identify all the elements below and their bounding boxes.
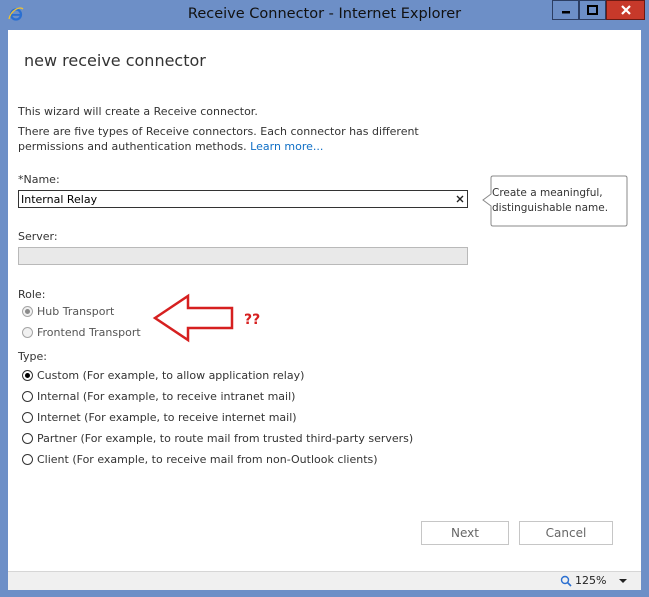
zoom-icon — [560, 575, 572, 587]
role-option-label: Frontend Transport — [37, 326, 141, 339]
maximize-icon — [587, 5, 598, 15]
clear-name-button[interactable] — [451, 190, 469, 208]
name-tooltip-text: Create a meaningful, distinguishable nam… — [492, 187, 609, 214]
wizard-intro: This wizard will create a Receive connec… — [18, 105, 258, 118]
chevron-down-icon[interactable] — [618, 577, 628, 585]
close-button[interactable] — [606, 0, 645, 20]
type-partner-option[interactable]: Partner (For example, to route mail from… — [22, 432, 413, 445]
type-custom-radio[interactable] — [22, 370, 33, 381]
close-icon — [620, 5, 631, 15]
server-field — [18, 247, 468, 265]
type-option-label: Custom (For example, to allow applicatio… — [37, 369, 305, 382]
role-hub-transport-option[interactable]: Hub Transport — [22, 305, 114, 318]
maximize-button[interactable] — [579, 0, 606, 20]
role-frontend-transport-radio[interactable] — [22, 327, 33, 338]
role-hub-transport-radio[interactable] — [22, 306, 33, 317]
type-option-label: Internet (For example, to receive intern… — [37, 411, 297, 424]
minimize-icon — [561, 11, 570, 14]
name-label: *Name: — [18, 173, 60, 186]
description-text: There are five types of Receive connecto… — [18, 125, 419, 153]
role-option-label: Hub Transport — [37, 305, 115, 318]
type-internet-option[interactable]: Internet (For example, to receive intern… — [22, 411, 297, 424]
role-frontend-transport-option[interactable]: Frontend Transport — [22, 326, 141, 339]
type-option-label: Partner (For example, to route mail from… — [37, 432, 414, 445]
title-bar[interactable]: Receive Connector - Internet Explorer — [0, 0, 649, 30]
question-marks-annotation: ?? — [244, 312, 261, 328]
clear-icon — [456, 195, 464, 203]
type-label: Type: — [18, 350, 47, 363]
minimize-button[interactable] — [552, 0, 579, 20]
status-bar: 125% — [8, 571, 641, 590]
server-label: Server: — [18, 230, 58, 243]
browser-window: Receive Connector - Internet Explorer ne… — [0, 0, 649, 597]
wizard-description: There are five types of Receive connecto… — [18, 124, 458, 154]
page-content: new receive connector This wizard will c… — [8, 30, 641, 590]
type-option-label: Client (For example, to receive mail fro… — [37, 453, 378, 466]
type-internal-radio[interactable] — [22, 391, 33, 402]
name-input[interactable] — [18, 190, 468, 208]
page-title: new receive connector — [24, 51, 206, 70]
type-custom-option[interactable]: Custom (For example, to allow applicatio… — [22, 369, 304, 382]
type-partner-radio[interactable] — [22, 433, 33, 444]
zoom-level: 125% — [575, 574, 607, 587]
cancel-button[interactable]: Cancel — [519, 521, 613, 545]
type-client-radio[interactable] — [22, 454, 33, 465]
type-internal-option[interactable]: Internal (For example, to receive intran… — [22, 390, 295, 403]
role-label: Role: — [18, 288, 46, 301]
type-client-option[interactable]: Client (For example, to receive mail fro… — [22, 453, 378, 466]
type-internet-radio[interactable] — [22, 412, 33, 423]
learn-more-link[interactable]: Learn more... — [250, 140, 323, 153]
red-arrow-annotation — [152, 293, 234, 343]
zoom-control[interactable]: 125% — [560, 574, 628, 587]
type-option-label: Internal (For example, to receive intran… — [37, 390, 296, 403]
next-button[interactable]: Next — [421, 521, 509, 545]
